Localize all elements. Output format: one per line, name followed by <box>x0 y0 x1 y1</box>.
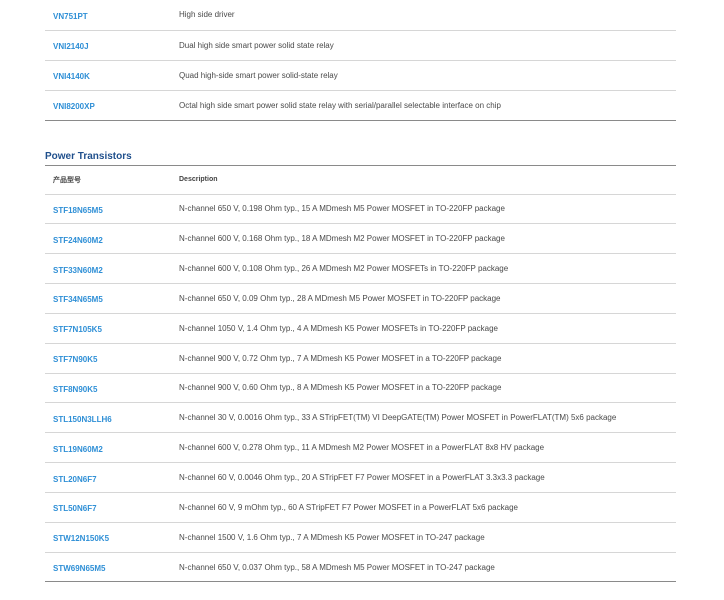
description-cell: N-channel 60 V, 0.0046 Ohm typ., 20 A ST… <box>171 462 676 493</box>
description-cell: N-channel 30 V, 0.0016 Ohm typ., 33 A ST… <box>171 402 676 434</box>
table-row: STW69N65M5 N-channel 650 V, 0.037 Ohm ty… <box>45 552 676 583</box>
description-cell: N-channel 60 V, 9 mOhm typ., 60 A STripF… <box>171 492 676 523</box>
column-header-part: 产品型号 <box>45 165 171 195</box>
part-link[interactable]: VNI2140J <box>53 42 89 51</box>
table-row: STF34N65M5 N-channel 650 V, 0.09 Ohm typ… <box>45 283 676 314</box>
part-cell[interactable]: VNI4140K <box>45 60 171 91</box>
part-link[interactable]: VN751PT <box>53 12 88 21</box>
description-cell: N-channel 900 V, 0.72 Ohm typ., 7 A MDme… <box>171 343 676 374</box>
part-cell[interactable]: STF7N105K5 <box>45 313 171 344</box>
description-cell: N-channel 1050 V, 1.4 Ohm typ., 4 A MDme… <box>171 313 676 344</box>
part-cell[interactable]: STL50N6F7 <box>45 492 171 523</box>
description-cell: N-channel 900 V, 0.60 Ohm typ., 8 A MDme… <box>171 373 676 404</box>
column-header-description: Description <box>171 165 676 195</box>
table-row: VNI4140K Quad high-side smart power soli… <box>45 60 676 91</box>
part-link[interactable]: STF7N105K5 <box>53 325 102 334</box>
part-link[interactable]: STL19N60M2 <box>53 445 103 454</box>
part-cell[interactable]: STL20N6F7 <box>45 462 171 493</box>
part-link[interactable]: VNI8200XP <box>53 102 95 111</box>
relay-table: VN751PT High side driver VNI2140J Dual h… <box>45 0 676 121</box>
part-link[interactable]: STW12N150K5 <box>53 534 109 543</box>
table-row: STL19N60M2 N-channel 600 V, 0.278 Ohm ty… <box>45 432 676 464</box>
description-cell: High side driver <box>171 0 676 31</box>
description-cell: N-channel 1500 V, 1.6 Ohm typ., 7 A MDme… <box>171 522 676 553</box>
part-cell[interactable]: STW69N65M5 <box>45 552 171 583</box>
description-cell: N-channel 650 V, 0.09 Ohm typ., 28 A MDm… <box>171 283 676 314</box>
power-transistors-table: 产品型号 Description STF18N65M5 N-channel 65… <box>45 164 676 583</box>
table-row: VN751PT High side driver <box>45 0 676 31</box>
description-cell: N-channel 600 V, 0.108 Ohm typ., 26 A MD… <box>171 253 676 285</box>
part-link[interactable]: STW69N65M5 <box>53 564 105 573</box>
part-cell[interactable]: VNI2140J <box>45 30 171 61</box>
table-row: VNI8200XP Octal high side smart power so… <box>45 90 676 121</box>
part-link[interactable]: STL150N3LLH6 <box>53 415 112 424</box>
part-cell[interactable]: VNI8200XP <box>45 90 171 121</box>
part-link[interactable]: STF7N90K5 <box>53 355 97 364</box>
table-row: STL50N6F7 N-channel 60 V, 9 mOhm typ., 6… <box>45 492 676 523</box>
part-cell[interactable]: STF8N90K5 <box>45 373 171 404</box>
part-cell[interactable]: STW12N150K5 <box>45 522 171 553</box>
part-link[interactable]: STF33N60M2 <box>53 266 103 275</box>
description-cell: N-channel 600 V, 0.278 Ohm typ., 11 A MD… <box>171 432 676 464</box>
description-cell: Octal high side smart power solid state … <box>171 90 676 121</box>
description-cell: Dual high side smart power solid state r… <box>171 30 676 61</box>
table-row: STF7N90K5 N-channel 900 V, 0.72 Ohm typ.… <box>45 343 676 374</box>
part-link[interactable]: STL20N6F7 <box>53 475 97 484</box>
part-cell[interactable]: STF7N90K5 <box>45 343 171 374</box>
table-row: STF24N60M2 N-channel 600 V, 0.168 Ohm ty… <box>45 223 676 255</box>
table-header-row: 产品型号 Description <box>45 165 676 195</box>
part-cell[interactable]: STF33N60M2 <box>45 253 171 285</box>
section-title-power-transistors: Power Transistors <box>45 150 132 162</box>
table-row: STW12N150K5 N-channel 1500 V, 1.6 Ohm ty… <box>45 522 676 553</box>
part-link[interactable]: STF24N60M2 <box>53 236 103 245</box>
table-row: STF8N90K5 N-channel 900 V, 0.60 Ohm typ.… <box>45 373 676 404</box>
table-row: VNI2140J Dual high side smart power soli… <box>45 30 676 61</box>
part-link[interactable]: STF18N65M5 <box>53 206 103 215</box>
description-cell: N-channel 650 V, 0.037 Ohm typ., 58 A MD… <box>171 552 676 583</box>
table-row: STF18N65M5 N-channel 650 V, 0.198 Ohm ty… <box>45 194 676 225</box>
part-cell[interactable]: STL19N60M2 <box>45 432 171 464</box>
part-cell[interactable]: STL150N3LLH6 <box>45 402 171 434</box>
table-row: STF7N105K5 N-channel 1050 V, 1.4 Ohm typ… <box>45 313 676 344</box>
part-link[interactable]: VNI4140K <box>53 72 90 81</box>
part-link[interactable]: STF8N90K5 <box>53 385 97 394</box>
description-cell: N-channel 600 V, 0.168 Ohm typ., 18 A MD… <box>171 223 676 255</box>
table-row: STL20N6F7 N-channel 60 V, 0.0046 Ohm typ… <box>45 462 676 493</box>
product-list: VN751PT High side driver VNI2140J Dual h… <box>45 0 676 583</box>
description-cell: Quad high-side smart power solid-state r… <box>171 60 676 91</box>
part-cell[interactable]: STF18N65M5 <box>45 194 171 225</box>
description-cell: N-channel 650 V, 0.198 Ohm typ., 15 A MD… <box>171 194 676 225</box>
part-link[interactable]: STF34N65M5 <box>53 295 103 304</box>
part-cell[interactable]: STF24N60M2 <box>45 223 171 255</box>
part-cell[interactable]: VN751PT <box>45 0 171 31</box>
part-link[interactable]: STL50N6F7 <box>53 504 97 513</box>
table-row: STL150N3LLH6 N-channel 30 V, 0.0016 Ohm … <box>45 402 676 434</box>
table-row: STF33N60M2 N-channel 600 V, 0.108 Ohm ty… <box>45 253 676 285</box>
part-cell[interactable]: STF34N65M5 <box>45 283 171 314</box>
